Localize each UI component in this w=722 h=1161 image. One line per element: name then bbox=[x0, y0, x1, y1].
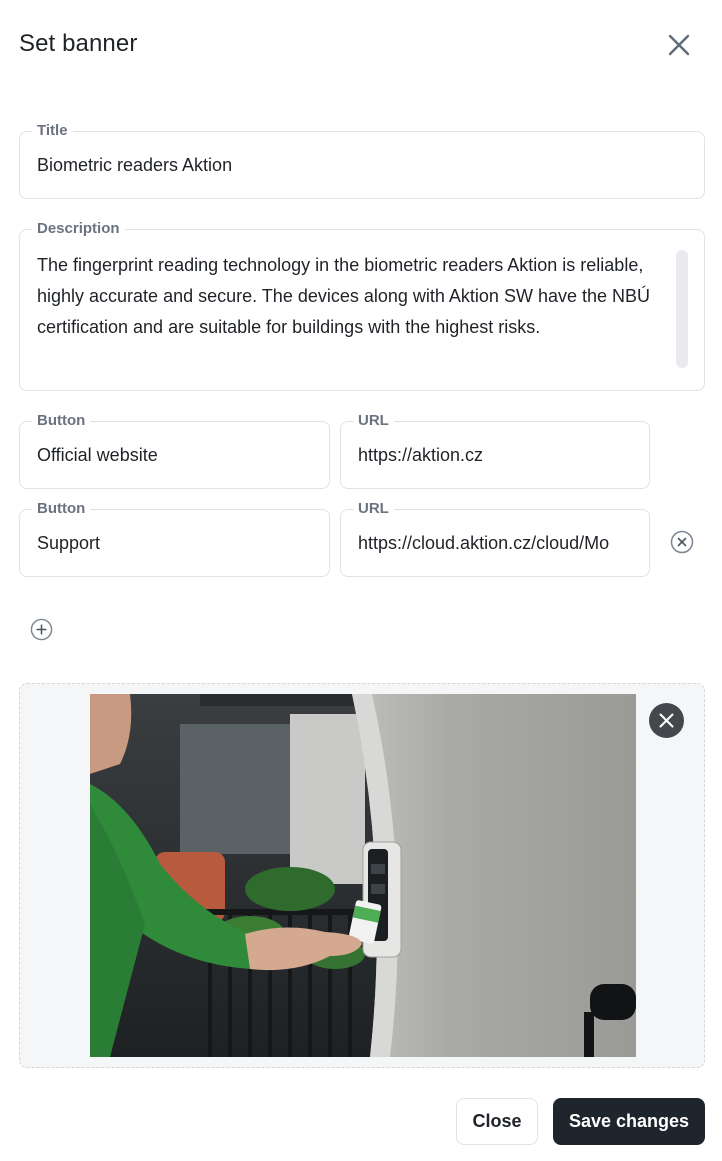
save-changes-button[interactable]: Save changes bbox=[553, 1098, 705, 1145]
add-row-icon[interactable] bbox=[30, 618, 53, 641]
button-url-field-label: URL bbox=[353, 412, 394, 430]
remove-row-icon[interactable] bbox=[670, 530, 694, 554]
button-url-field[interactable]: URL https://aktion.cz bbox=[340, 412, 650, 489]
banner-image bbox=[90, 694, 636, 1057]
button-label-field-label: Button bbox=[32, 500, 91, 518]
description-field-value: The fingerprint reading technology in th… bbox=[37, 255, 651, 337]
description-field[interactable]: Description The fingerprint reading tech… bbox=[19, 220, 705, 391]
close-icon[interactable] bbox=[664, 30, 694, 60]
title-field-label: Title bbox=[32, 122, 73, 140]
button-url-field-label: URL bbox=[353, 500, 394, 518]
button-label-field[interactable]: Button Official website bbox=[19, 412, 330, 489]
close-icon bbox=[659, 713, 674, 728]
close-button[interactable]: Close bbox=[456, 1098, 538, 1145]
button-url-value: https://aktion.cz bbox=[358, 445, 484, 465]
banner-photo bbox=[90, 694, 636, 1057]
title-field[interactable]: Title Biometric readers Aktion bbox=[19, 122, 705, 199]
remove-image-button[interactable] bbox=[649, 703, 684, 738]
button-label-field-label: Button bbox=[32, 412, 91, 430]
button-url-field[interactable]: URL https://cloud.aktion.cz/cloud/Mo bbox=[340, 500, 650, 577]
button-label-field[interactable]: Button Support bbox=[19, 500, 330, 577]
title-field-value: Biometric readers Aktion bbox=[37, 155, 233, 175]
description-scrollbar[interactable] bbox=[676, 250, 688, 368]
button-url-value: https://cloud.aktion.cz/cloud/Mo bbox=[358, 533, 610, 553]
description-field-label: Description bbox=[32, 220, 125, 238]
dialog-title: Set banner bbox=[19, 30, 138, 57]
dialog-header: Set banner bbox=[0, 0, 722, 92]
image-dropzone[interactable] bbox=[19, 683, 705, 1068]
button-label-value: Official website bbox=[37, 445, 158, 465]
button-label-value: Support bbox=[37, 533, 101, 553]
